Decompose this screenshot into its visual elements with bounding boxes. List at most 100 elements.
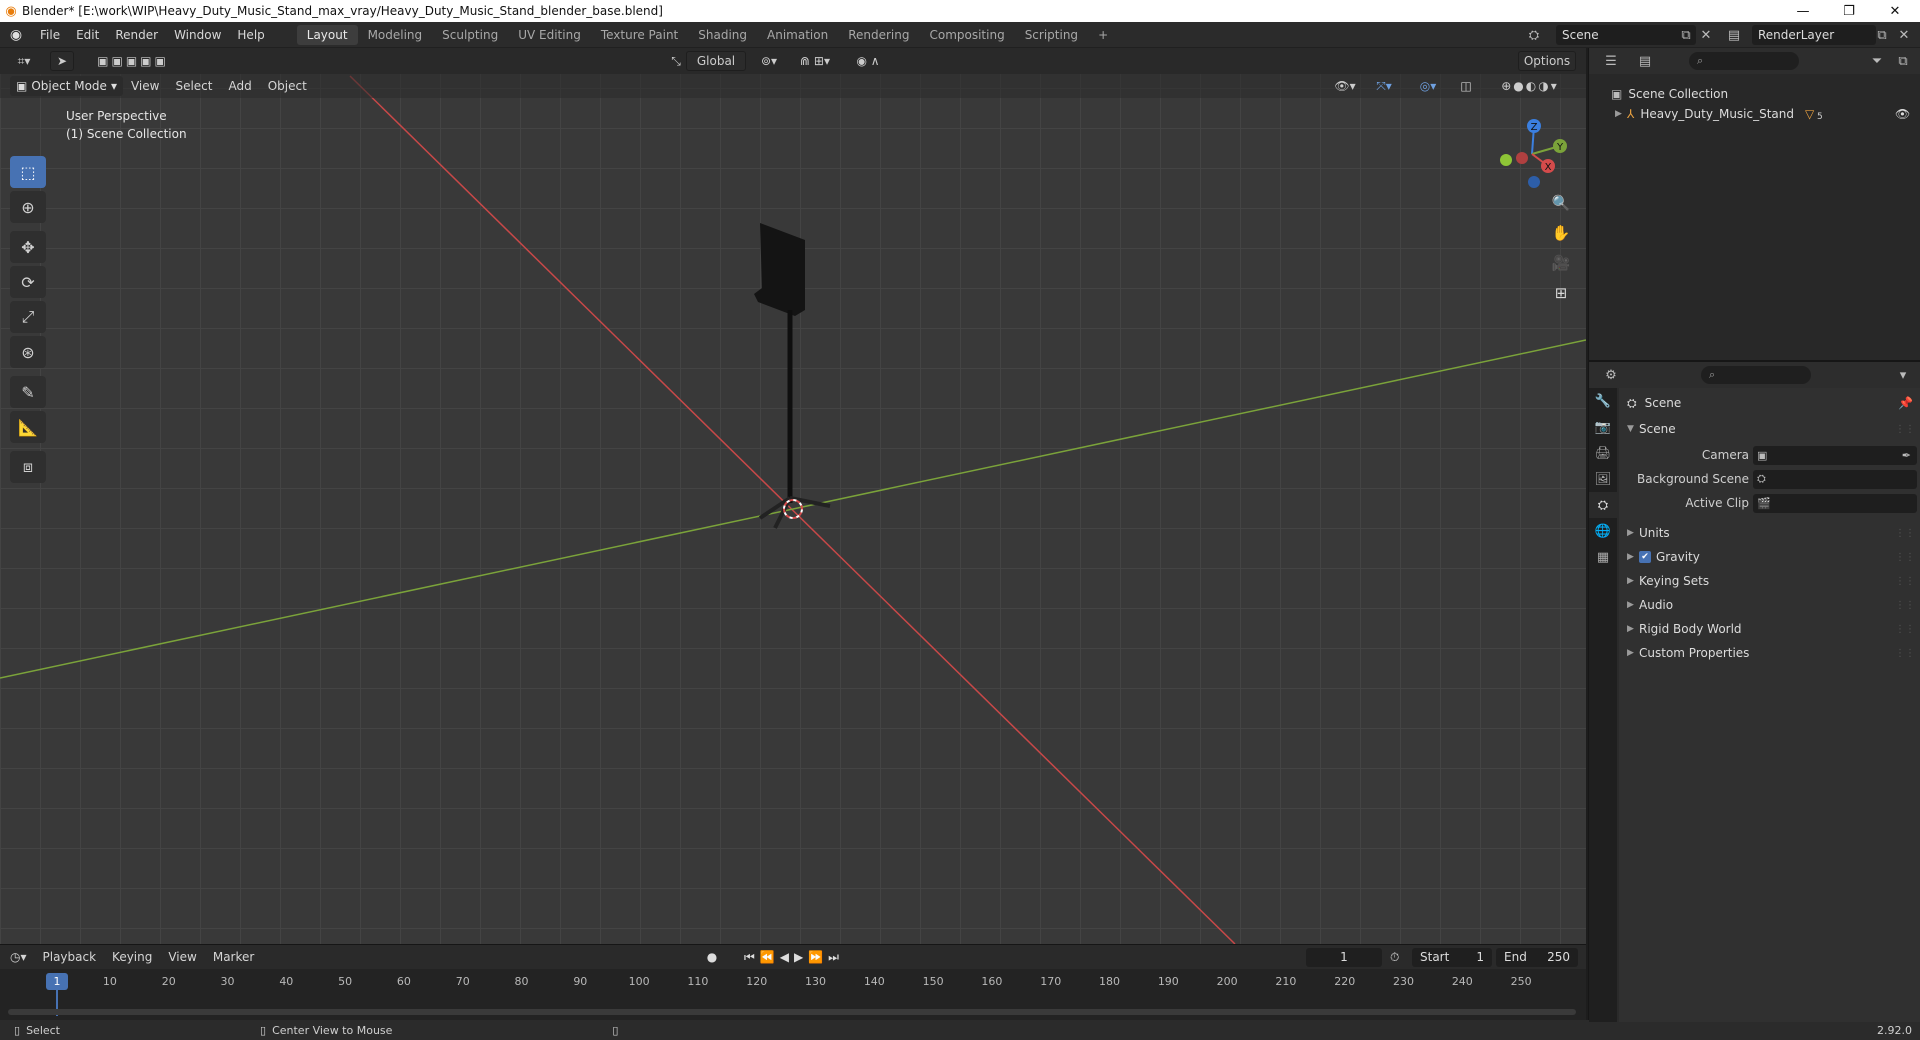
output-tab-printer-icon[interactable]: 🖨	[1589, 440, 1617, 466]
active-clip-field[interactable]: 🎬	[1753, 493, 1917, 513]
add-workspace-button[interactable]: +	[1088, 25, 1118, 45]
outliner-item-music-stand[interactable]: ▶ ⅄ Heavy_Duty_Music_Stand ▽ 5 👁	[1589, 104, 1920, 124]
pin-icon[interactable]: 📌	[1898, 396, 1913, 410]
properties-options-chevron-icon[interactable]: ▾	[1893, 365, 1913, 385]
scene-selector[interactable]: Scene	[1556, 25, 1696, 45]
timeline-editor-type-icon[interactable]: ◷▾	[0, 950, 35, 964]
modifier-icon[interactable]: ▽	[1805, 107, 1814, 121]
playback-menu[interactable]: Playback	[35, 950, 105, 964]
rigid-body-world-panel-header[interactable]: ▶ Rigid Body World ⋮⋮	[1619, 618, 1920, 640]
select-box-tool[interactable]: ⬚	[10, 156, 46, 188]
eyedropper-icon[interactable]: ✒	[1902, 449, 1911, 462]
expand-arrow-icon[interactable]: ▶	[1615, 109, 1627, 119]
tool-select-icon[interactable]: ➤	[50, 51, 74, 71]
delete-scene-icon[interactable]: ✕	[1696, 25, 1716, 45]
current-frame-field[interactable]: 1	[1306, 948, 1382, 967]
object-mode-dropdown[interactable]: ▣ Object Mode ▾	[10, 76, 123, 96]
measure-tool[interactable]: 📐	[10, 411, 46, 443]
properties-search-input[interactable]: ⌕	[1701, 366, 1811, 384]
move-tool[interactable]: ✥	[10, 231, 46, 263]
delete-renderlayer-icon[interactable]: ✕	[1894, 25, 1914, 45]
new-scene-icon[interactable]: ⧉	[1676, 25, 1696, 45]
drag-handle-icon[interactable]: ⋮⋮	[1895, 424, 1915, 435]
view-menu[interactable]: View	[123, 79, 167, 93]
tab-compositing[interactable]: Compositing	[919, 25, 1014, 45]
minimize-button[interactable]: —	[1780, 0, 1826, 22]
tab-rendering[interactable]: Rendering	[838, 25, 919, 45]
playback-controls[interactable]: ⏮⏪◀▶⏩⏭	[744, 948, 864, 967]
gravity-panel-header[interactable]: ▶ ✔ Gravity ⋮⋮	[1619, 546, 1920, 568]
blender-menu-icon[interactable]: ◉	[0, 27, 32, 43]
tab-modeling[interactable]: Modeling	[358, 25, 433, 45]
options-dropdown[interactable]: Options	[1518, 51, 1576, 71]
rotate-tool[interactable]: ⟳	[10, 266, 46, 298]
overlay-toggle-icon[interactable]: ◎▾	[1410, 76, 1446, 96]
zoom-icon[interactable]: 🔍	[1548, 190, 1574, 216]
xray-toggle-icon[interactable]: ◫	[1456, 76, 1476, 96]
render-tab-camera-icon[interactable]: 📷	[1589, 414, 1617, 440]
units-panel-header[interactable]: ▶ Units ⋮⋮	[1619, 522, 1920, 544]
add-cube-tool[interactable]: ⧈	[10, 451, 46, 483]
custom-properties-panel-header[interactable]: ▶ Custom Properties ⋮⋮	[1619, 642, 1920, 664]
drag-handle-icon[interactable]: ⋮⋮	[1895, 576, 1915, 587]
timeline-scrollbar[interactable]	[8, 1009, 1576, 1015]
display-mode-icon[interactable]: ▤	[1635, 51, 1655, 71]
tab-texture-paint[interactable]: Texture Paint	[591, 25, 688, 45]
end-frame-field[interactable]: End 250	[1496, 948, 1578, 967]
shading-mode-icons[interactable]: ⊕●◐◑▾	[1480, 76, 1580, 96]
pan-hand-icon[interactable]: ✋	[1548, 220, 1574, 246]
scene-panel-header[interactable]: ▼ Scene ⋮⋮	[1619, 418, 1920, 440]
menu-file[interactable]: File	[32, 22, 68, 48]
tab-sculpting[interactable]: Sculpting	[432, 25, 508, 45]
scene-tab-icon[interactable]: ⛭	[1589, 492, 1617, 518]
tab-layout[interactable]: Layout	[296, 24, 358, 45]
audio-panel-header[interactable]: ▶ Audio ⋮⋮	[1619, 594, 1920, 616]
new-renderlayer-icon[interactable]: ⧉	[1872, 25, 1892, 45]
close-window-button[interactable]: ✕	[1872, 0, 1918, 22]
3d-viewport[interactable]: ⌗▾ ➤ ▣▣▣▣▣ ⤡ Global ⊚▾ ⋒ ⊞▾ ◉ ∧ Options …	[0, 48, 1586, 944]
outliner-item-scene-collection[interactable]: ▣ Scene Collection	[1589, 84, 1920, 104]
renderlayer-selector[interactable]: RenderLayer	[1752, 25, 1876, 45]
keying-sets-panel-header[interactable]: ▶ Keying Sets ⋮⋮	[1619, 570, 1920, 592]
menu-help[interactable]: Help	[229, 22, 272, 48]
pivot-point-icon[interactable]: ⊚▾	[754, 51, 784, 71]
menu-render[interactable]: Render	[107, 22, 166, 48]
cursor-tool[interactable]: ⊕	[10, 191, 46, 223]
editor-type-icon[interactable]: ⌗▾	[8, 51, 40, 71]
start-frame-field[interactable]: Start 1	[1412, 948, 1492, 967]
visibility-icon[interactable]: 👁▾	[1330, 76, 1360, 96]
maximize-button[interactable]: ❐	[1826, 0, 1872, 22]
transform-tool[interactable]: ⊛	[10, 336, 46, 368]
navigation-gizmo[interactable]: Z Y X	[1492, 114, 1572, 194]
proportional-editing-icon[interactable]: ◉ ∧	[846, 51, 890, 71]
perspective-grid-icon[interactable]: ⊞	[1548, 280, 1574, 306]
transform-orientation-dropdown[interactable]: Global	[686, 51, 746, 71]
timeline-view-menu[interactable]: View	[160, 950, 204, 964]
select-menu[interactable]: Select	[167, 79, 220, 93]
drag-handle-icon[interactable]: ⋮⋮	[1895, 528, 1915, 539]
tab-scripting[interactable]: Scripting	[1015, 25, 1088, 45]
scale-tool[interactable]: ⤢	[10, 301, 46, 333]
outliner-search-input[interactable]: ⌕	[1689, 52, 1799, 70]
marker-menu[interactable]: Marker	[205, 950, 262, 964]
menu-edit[interactable]: Edit	[68, 22, 107, 48]
annotate-tool[interactable]: ✎	[10, 376, 46, 408]
world-tab-globe-icon[interactable]: 🌐	[1589, 518, 1617, 544]
add-menu[interactable]: Add	[220, 79, 259, 93]
scene-icon[interactable]: ⛭	[1524, 25, 1544, 45]
tool-tab-wrench-icon[interactable]: 🔧	[1589, 388, 1617, 414]
drag-handle-icon[interactable]: ⋮⋮	[1895, 552, 1915, 563]
properties-editor-type-icon[interactable]: ⚙	[1601, 365, 1621, 385]
record-icon[interactable]: ●	[700, 948, 724, 967]
gizmo-toggle-icon[interactable]: ⤧▾	[1366, 76, 1402, 96]
camera-field[interactable]: ▣ ✒	[1753, 445, 1917, 465]
eye-visibility-icon[interactable]: 👁	[1895, 107, 1910, 121]
camera-view-icon[interactable]: 🎥	[1548, 250, 1574, 276]
new-collection-icon[interactable]: ⧉	[1893, 51, 1913, 71]
snap-icon[interactable]: ⋒ ⊞▾	[790, 51, 840, 71]
keying-menu[interactable]: Keying	[104, 950, 160, 964]
gravity-checkbox[interactable]: ✔	[1639, 551, 1651, 563]
playhead-frame-indicator[interactable]: 1	[46, 973, 68, 990]
filter-icon[interactable]: ⏷	[1867, 51, 1887, 71]
timeline-ruler[interactable]: 1 10 20 30 40 50 60 70 80 90 100 110 120 130 140 150 160…	[0, 969, 1586, 1016]
